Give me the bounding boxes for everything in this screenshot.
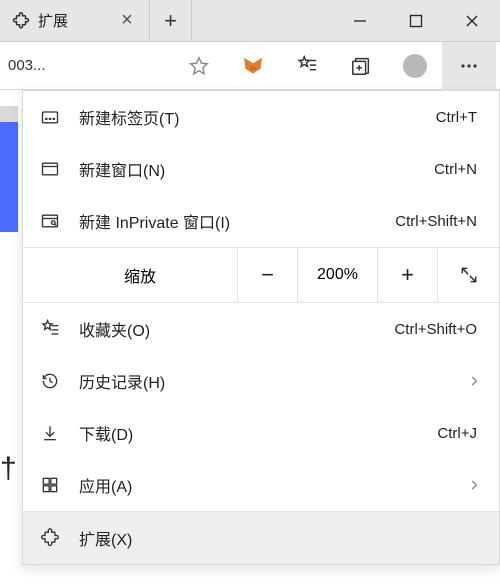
menu-downloads[interactable]: 下载(D) Ctrl+J	[23, 407, 499, 459]
chevron-right-icon	[467, 374, 481, 388]
favorites-list-button[interactable]	[280, 42, 334, 90]
menu-shortcut: Ctrl+T	[436, 109, 481, 126]
window-controls	[332, 0, 500, 41]
menu-apps[interactable]: 应用(A)	[23, 459, 499, 511]
menu-extensions[interactable]: 扩展(X)	[23, 512, 499, 564]
puzzle-icon	[37, 525, 63, 551]
page-bg-fragment: †	[0, 452, 17, 486]
page-bg-fragment	[0, 122, 18, 232]
new-tab-button[interactable]: +	[150, 0, 192, 41]
zoom-label: 缩放	[23, 248, 237, 302]
window-icon	[37, 156, 63, 182]
menu-new-window[interactable]: 新建窗口(N) Ctrl+N	[23, 143, 499, 195]
toolbar: 003...	[0, 42, 500, 90]
title-bar: 扩展 × +	[0, 0, 500, 42]
minimize-button[interactable]	[332, 0, 388, 41]
menu-label: 收藏夹(O)	[79, 317, 394, 341]
profile-button[interactable]	[388, 42, 442, 90]
metamask-extension-button[interactable]	[226, 42, 280, 90]
puzzle-icon	[12, 12, 30, 30]
menu-shortcut: Ctrl+J	[437, 425, 481, 442]
tab-title: 扩展	[38, 10, 107, 31]
zoom-in-button[interactable]: +	[377, 248, 437, 302]
favorite-star-button[interactable]	[172, 42, 226, 90]
download-icon	[37, 420, 63, 446]
menu-label: 新建 InPrivate 窗口(I)	[79, 209, 395, 233]
menu-shortcut: Ctrl+N	[434, 161, 481, 178]
new-tab-icon	[37, 104, 63, 130]
menu-shortcut: Ctrl+Shift+N	[395, 213, 481, 230]
menu-label: 历史记录(H)	[79, 369, 467, 393]
more-menu-button[interactable]	[442, 42, 496, 90]
fullscreen-button[interactable]	[437, 248, 499, 302]
apps-icon	[37, 472, 63, 498]
inprivate-icon	[37, 208, 63, 234]
tab-strip: 扩展 × +	[0, 0, 332, 41]
address-text[interactable]: 003...	[4, 57, 64, 74]
tab-extensions[interactable]: 扩展 ×	[0, 0, 150, 41]
favorites-icon	[37, 316, 63, 342]
maximize-button[interactable]	[388, 0, 444, 41]
drag-area	[192, 0, 332, 41]
viewport: † 新建标签页(T) Ctrl+T 新建窗口(N)	[0, 90, 500, 587]
menu-favorites[interactable]: 收藏夹(O) Ctrl+Shift+O	[23, 303, 499, 355]
close-tab-button[interactable]: ×	[115, 9, 139, 33]
collections-button[interactable]	[334, 42, 388, 90]
close-window-button[interactable]	[444, 0, 500, 41]
menu-label: 扩展(X)	[79, 526, 481, 550]
menu-label: 应用(A)	[79, 473, 467, 497]
avatar-icon	[403, 54, 427, 78]
menu-zoom-row: 缩放 − 200% +	[23, 247, 499, 303]
history-icon	[37, 368, 63, 394]
zoom-out-button[interactable]: −	[237, 248, 297, 302]
menu-shortcut: Ctrl+Shift+O	[394, 321, 481, 338]
zoom-value: 200%	[297, 248, 377, 302]
menu-label: 新建标签页(T)	[79, 105, 436, 129]
menu-new-inprivate[interactable]: 新建 InPrivate 窗口(I) Ctrl+Shift+N	[23, 195, 499, 247]
settings-menu: 新建标签页(T) Ctrl+T 新建窗口(N) Ctrl+N	[22, 90, 500, 565]
menu-label: 下载(D)	[79, 421, 437, 445]
chevron-right-icon	[467, 478, 481, 492]
menu-new-tab[interactable]: 新建标签页(T) Ctrl+T	[23, 91, 499, 143]
menu-label: 新建窗口(N)	[79, 157, 434, 181]
menu-history[interactable]: 历史记录(H)	[23, 355, 499, 407]
